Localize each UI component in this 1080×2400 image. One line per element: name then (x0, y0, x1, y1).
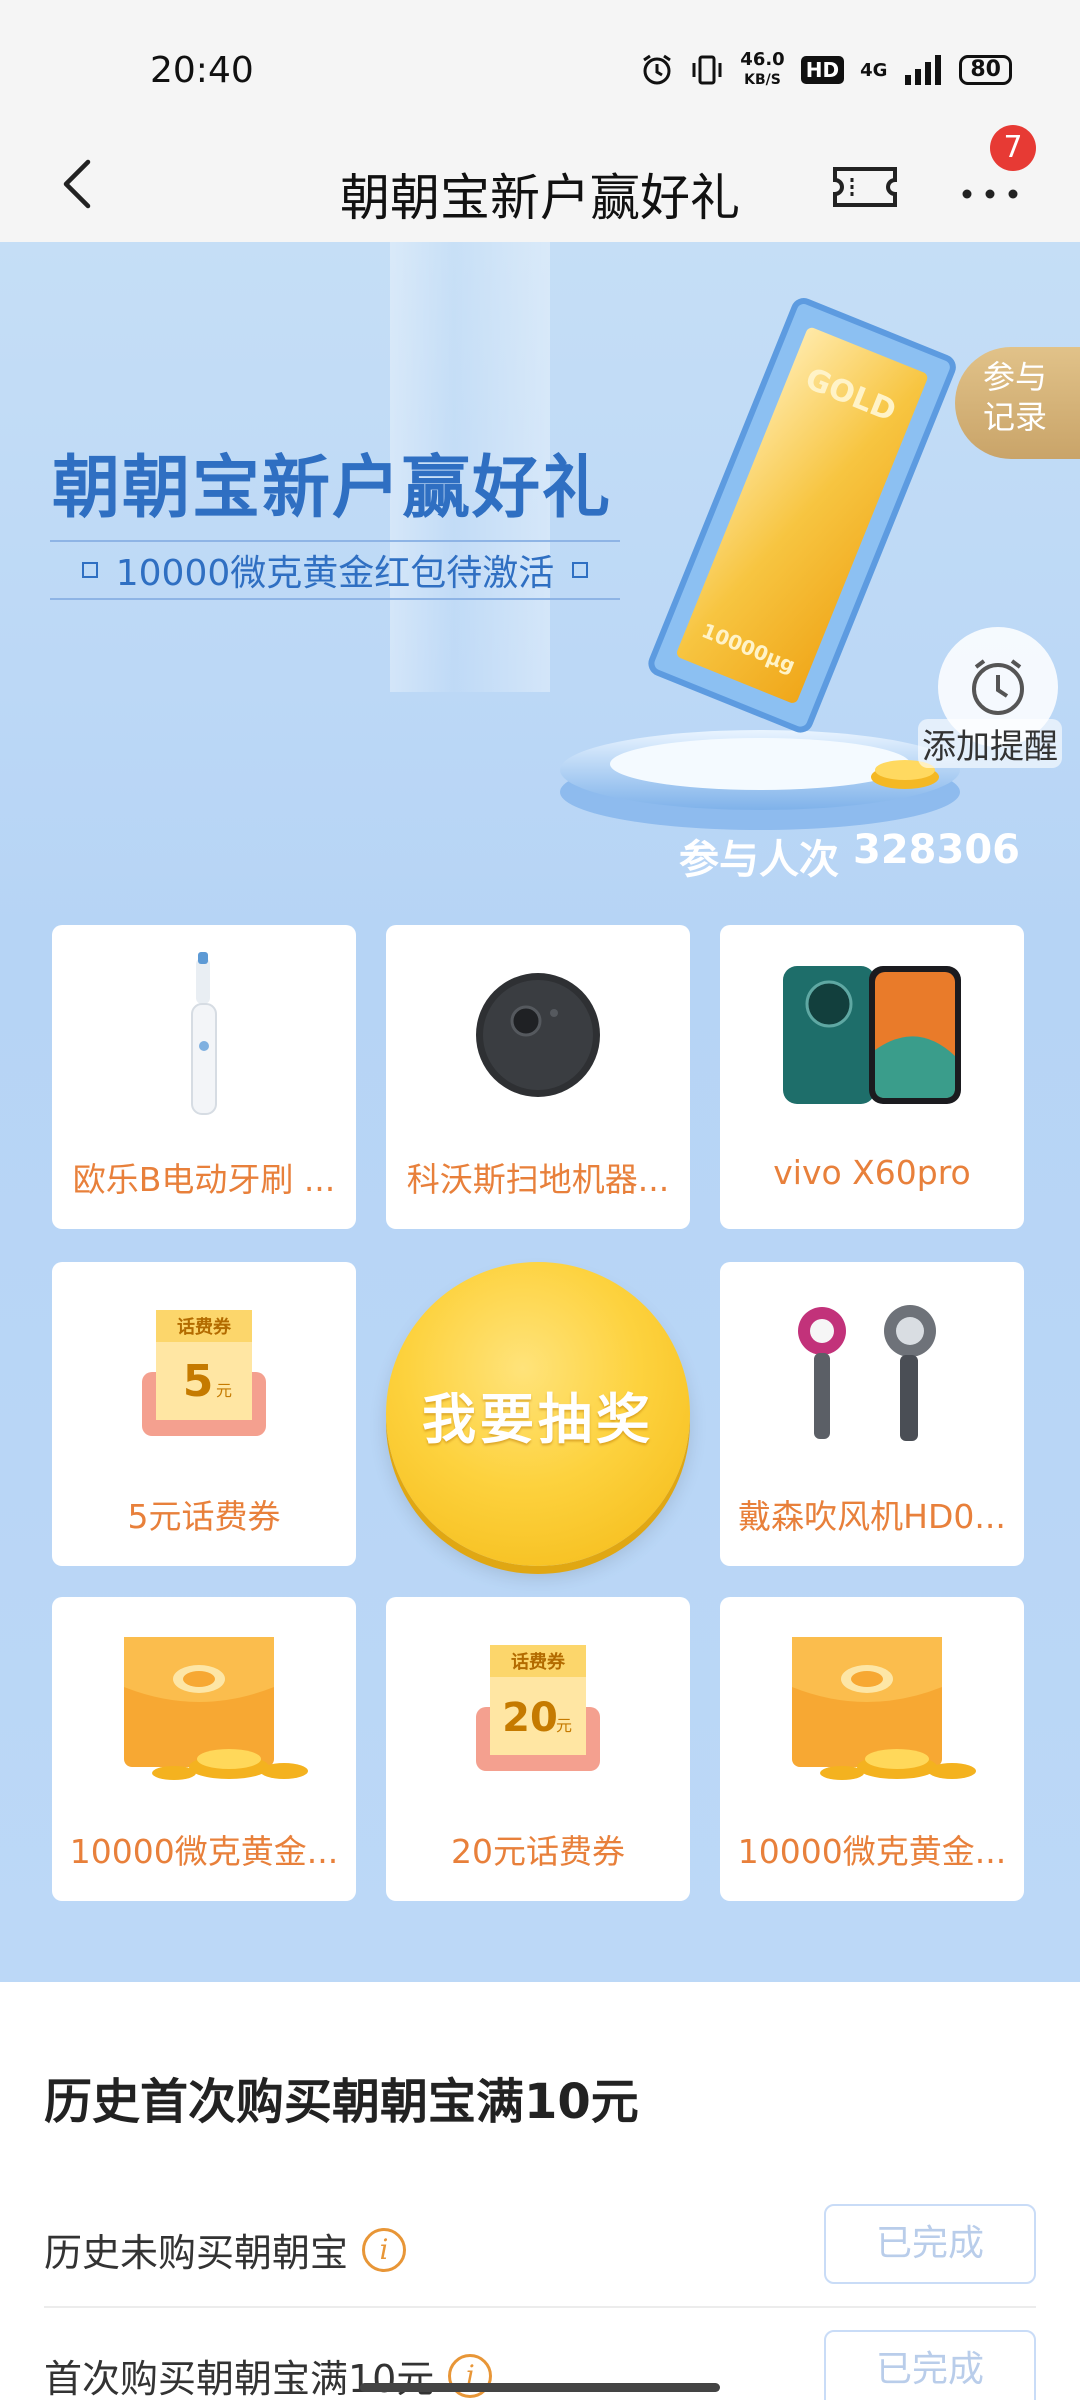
task-label: 历史未购买朝朝宝 (44, 2231, 349, 2275)
network-speed: 46.0 KB/S (740, 50, 784, 90)
coupon-unit: 元 (216, 1381, 232, 1400)
lucky-draw-button[interactable]: 我要抽奖 (386, 1262, 690, 1566)
prize-cell-gold-2[interactable]: 10000微克黄金... (720, 1597, 1024, 1901)
draw-button-label: 我要抽奖 (422, 1387, 654, 1451)
prize-cell-coupon-5[interactable]: 话费券 5 元 5元话费券 (52, 1262, 356, 1566)
coupon-unit: 元 (556, 1716, 572, 1735)
ticket-icon[interactable] (830, 152, 900, 222)
prize-cell-coupon-20[interactable]: 话费券 20 元 20元话费券 (386, 1597, 690, 1901)
phone-coupon-image: 话费券 20元 (476, 1645, 600, 1771)
prize-image-wrap (720, 1617, 1024, 1797)
prize-image-wrap: 话费券 20 元 (386, 1617, 690, 1797)
participation-record-button[interactable]: 参与 记录 (955, 347, 1080, 459)
task-label-wrap: 首次购买朝朝宝满10元 i (44, 2348, 493, 2400)
gold-envelope-image (792, 1637, 976, 1780)
prize-label: 戴森吹风机HD0... (738, 1497, 1006, 1536)
speed-value: 46.0 (740, 49, 785, 70)
coupon-amount: 20 (502, 1695, 558, 1741)
gold-bar-illustration: GOLD 10000μg (560, 298, 960, 830)
prize-cell-hair-dryer[interactable]: 戴森吹风机HD0... (720, 1262, 1024, 1566)
alarm-icon (643, 54, 672, 85)
home-indicator[interactable] (360, 2383, 720, 2392)
phone-image (783, 966, 961, 1104)
prize-label: 10000微克黄金... (69, 1832, 339, 1871)
banner-subtitle-row: 10000微克黄金红包待激活 (50, 540, 620, 600)
signal-icon (905, 55, 942, 85)
square-decoration-icon (572, 562, 589, 578)
task-status-button[interactable]: 已完成 (824, 2330, 1036, 2400)
prize-label: 科沃斯扫地机器... (406, 1160, 670, 1199)
prize-label: 20元话费券 (451, 1832, 625, 1871)
task-row: 历史未购买朝朝宝 i 已完成 (44, 2182, 1036, 2308)
prize-image-wrap (52, 945, 356, 1125)
participants-value: 328306 (853, 827, 1020, 873)
prize-cell-robot-vacuum[interactable]: 科沃斯扫地机器... (386, 925, 690, 1229)
vibrate-icon (692, 55, 722, 85)
speed-unit: KB/S (744, 72, 781, 88)
notification-badge: 7 (990, 125, 1036, 171)
robot-vacuum-image (476, 973, 600, 1097)
info-icon[interactable]: i (362, 2227, 407, 2272)
coupon-title: 话费券 (177, 1316, 232, 1338)
prize-label: 10000微克黄金... (737, 1832, 1007, 1871)
prize-image-wrap: 话费券 5 元 (52, 1282, 356, 1462)
task-section: 历史首次购买朝朝宝满10元 历史未购买朝朝宝 i 已完成 首次购买朝朝宝满10元… (0, 1982, 1080, 2400)
prize-image-wrap (386, 945, 690, 1125)
participants-label: 参与人次 (679, 837, 839, 883)
task-label-wrap: 历史未购买朝朝宝 i (44, 2222, 407, 2277)
prize-cell-gold-1[interactable]: 10000微克黄金... (52, 1597, 356, 1901)
coupon-title: 话费券 (511, 1651, 566, 1673)
prize-grid: 欧乐B电动牙刷 ... 科沃斯扫地机器... vivo X60pro 话费券 5 元… (52, 925, 1028, 1901)
prize-image-wrap (720, 945, 1024, 1125)
phone-coupon-image: 话费券 5 元 (142, 1310, 266, 1436)
prize-image-wrap (720, 1282, 1024, 1462)
participants-count: 参与人次 328306 (679, 827, 1020, 885)
prize-image-wrap (52, 1617, 356, 1797)
page-title: 朝朝宝新户赢好礼 (340, 169, 740, 227)
prize-label: 5元话费券 (127, 1497, 281, 1536)
toothbrush-image (191, 952, 217, 1115)
prize-cell-phone[interactable]: vivo X60pro (720, 925, 1024, 1229)
prize-label: 欧乐B电动牙刷 ... (72, 1160, 336, 1199)
coupon-amount: 5 (183, 1356, 214, 1407)
task-status-button[interactable]: 已完成 (824, 2204, 1036, 2284)
task-section-title: 历史首次购买朝朝宝满10元 (44, 2074, 639, 2130)
banner-title: 朝朝宝新户赢好礼 (52, 449, 613, 528)
prize-label: vivo X60pro (773, 1153, 971, 1192)
record-line2: 记录 (982, 398, 1047, 436)
gold-envelope-image (124, 1637, 308, 1780)
hd-badge: HD (800, 56, 845, 84)
battery-indicator: 80 (959, 55, 1012, 85)
add-reminder-button[interactable]: 添加提醒 (918, 627, 1078, 777)
banner-subtitle: 10000微克黄金红包待激活 (115, 553, 555, 594)
prize-cell-toothbrush[interactable]: 欧乐B电动牙刷 ... (52, 925, 356, 1229)
hair-dryer-image (798, 1305, 936, 1441)
nav-bar: 朝朝宝新户赢好礼 (0, 130, 1080, 242)
status-icons: 46.0 KB/S HD 4G 80 (640, 50, 1012, 90)
network-type: 4G (860, 59, 888, 81)
status-bar: 20:40 46.0 KB/S HD 4G 80 (0, 0, 1080, 130)
square-decoration-icon (81, 562, 98, 578)
task-label: 首次购买朝朝宝满10元 (44, 2357, 435, 2400)
reminder-label: 添加提醒 (918, 719, 1062, 768)
status-time: 20:40 (150, 50, 254, 91)
record-line1: 参与 (982, 358, 1047, 396)
